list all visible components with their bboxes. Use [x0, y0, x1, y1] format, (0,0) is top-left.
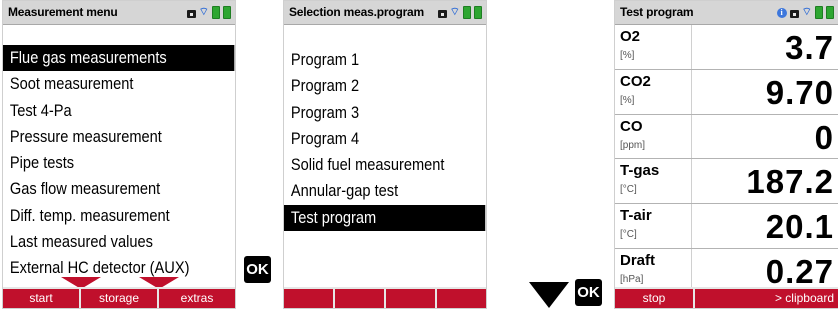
menu-item-pressure[interactable]: Pressure measurement	[3, 124, 203, 150]
battery-icon	[474, 6, 482, 19]
menu-item-flue-gas[interactable]: Flue gas measurements	[3, 45, 235, 72]
ok-button[interactable]: OK	[575, 279, 602, 306]
softkey-2[interactable]	[333, 289, 384, 308]
divider	[691, 114, 692, 159]
wireless-icon: ⌔	[801, 6, 812, 18]
reading-param: Draft	[620, 251, 656, 269]
reading-param: T-air	[620, 207, 652, 225]
status-icons: ⌔	[186, 6, 231, 19]
program-selection-screen: Selection meas.program ⌔ Program 1 Progr…	[283, 0, 487, 309]
softkey-start[interactable]: start	[3, 289, 79, 308]
lock-icon	[186, 7, 196, 18]
divider	[691, 204, 692, 248]
status-icons: i ⌔	[776, 6, 834, 19]
battery-icon	[826, 6, 834, 19]
list-item-annular-gap[interactable]: Annular-gap test	[284, 178, 458, 204]
divider	[691, 69, 692, 114]
program-list: Program 1 Program 2 Program 3 Program 4 …	[284, 47, 486, 232]
screen-title: Test program	[620, 5, 694, 19]
menu-list: Flue gas measurements Soot measurement T…	[3, 45, 235, 282]
lock-icon	[437, 7, 447, 18]
wireless-icon: ⌔	[198, 6, 209, 18]
ok-button[interactable]: OK	[244, 256, 271, 283]
menu-item-soot[interactable]: Soot measurement	[3, 71, 203, 97]
list-item-program-4[interactable]: Program 4	[284, 126, 458, 152]
menu-item-test-4pa[interactable]: Test 4-Pa	[3, 98, 203, 124]
divider	[691, 159, 692, 204]
softkey-1[interactable]	[284, 289, 333, 308]
battery-icon	[815, 6, 823, 19]
title-bar: Test program i ⌔	[615, 1, 838, 25]
reading-unit: [%]	[620, 94, 635, 106]
list-item-solid-fuel[interactable]: Solid fuel measurement	[284, 152, 458, 178]
reading-value: 0	[814, 118, 834, 156]
battery-icon	[212, 6, 220, 19]
reading-value: 0.27	[765, 252, 834, 290]
wireless-icon: ⌔	[449, 6, 460, 18]
softkey-bar	[284, 287, 486, 308]
reading-value: 187.2	[746, 163, 834, 201]
test-program-screen: Test program i ⌔ O2 [%] 3.7 CO2 [%] 9.70…	[614, 0, 838, 309]
reading-row: T-gas [°C] 187.2	[615, 159, 838, 205]
menu-item-last-values[interactable]: Last measured values	[3, 229, 203, 255]
list-item-program-2[interactable]: Program 2	[284, 73, 458, 99]
reading-row: T-air [°C] 20.1	[615, 204, 838, 249]
screen-title: Measurement menu	[8, 5, 118, 19]
reading-unit: [ppm]	[620, 139, 646, 151]
lock-icon	[789, 7, 799, 18]
down-arrow-icon[interactable]	[529, 282, 569, 308]
reading-param: T-gas	[620, 162, 660, 180]
readings-list: O2 [%] 3.7 CO2 [%] 9.70 CO [ppm] 0 T-gas…	[615, 25, 838, 294]
title-bar: Measurement menu ⌔	[3, 1, 235, 25]
reading-unit: [hPa]	[620, 273, 644, 285]
softkey-storage[interactable]: storage	[79, 289, 157, 308]
list-item-test-program[interactable]: Test program	[284, 204, 486, 232]
battery-icon	[463, 6, 471, 19]
title-bar: Selection meas.program ⌔	[284, 1, 486, 25]
softkey-clipboard[interactable]: > clipboard	[693, 289, 838, 308]
battery-icon	[223, 6, 231, 19]
reading-param: CO	[620, 117, 643, 135]
softkey-stop[interactable]: stop	[615, 289, 693, 308]
softkey-bar: start storage extras	[3, 287, 235, 308]
reading-unit: [°C]	[620, 229, 637, 241]
reading-unit: [%]	[620, 50, 635, 61]
softkey-4[interactable]	[435, 289, 486, 308]
menu-item-pipe-tests[interactable]: Pipe tests	[3, 150, 203, 176]
divider	[691, 25, 692, 69]
list-item-program-1[interactable]: Program 1	[284, 47, 458, 73]
reading-row: CO [ppm] 0	[615, 114, 838, 160]
reading-row: O2 [%] 3.7	[615, 25, 838, 70]
menu-item-gas-flow[interactable]: Gas flow measurement	[3, 176, 203, 202]
reading-unit: [°C]	[620, 184, 637, 196]
reading-value: 9.70	[765, 73, 834, 111]
measurement-menu-screen: Measurement menu ⌔ Flue gas measurements…	[2, 0, 236, 309]
softkey-bar: stop > clipboard	[615, 287, 838, 308]
list-item-program-3[interactable]: Program 3	[284, 100, 458, 126]
reading-value: 20.1	[765, 208, 834, 246]
screen-title: Selection meas.program	[289, 5, 424, 19]
softkey-extras[interactable]: extras	[157, 289, 235, 308]
reading-param: CO2	[620, 72, 651, 90]
softkey-3[interactable]	[384, 289, 435, 308]
reading-value: 3.7	[785, 29, 834, 66]
info-icon: i	[776, 7, 787, 18]
status-icons: ⌔	[437, 6, 482, 19]
menu-item-diff-temp[interactable]: Diff. temp. measurement	[3, 203, 203, 229]
reading-row: CO2 [%] 9.70	[615, 69, 838, 115]
reading-param: O2	[620, 28, 641, 45]
